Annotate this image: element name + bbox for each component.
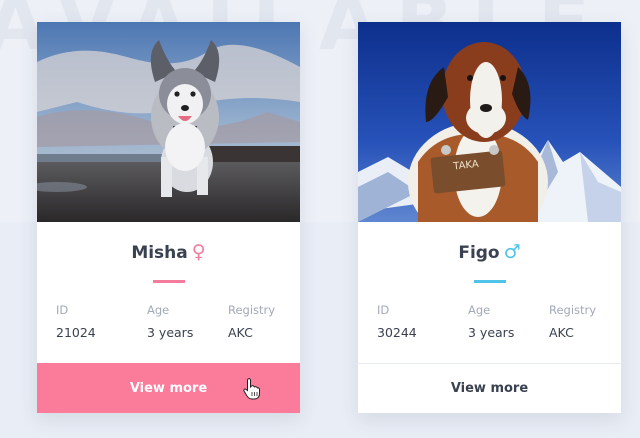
info-age-value: 3 years	[468, 325, 515, 340]
dog-info-grid: ID 21024 Age 3 years Registry AKC	[56, 303, 296, 347]
view-more-button[interactable]: View more	[358, 363, 621, 413]
info-registry-value: AKC	[549, 325, 574, 340]
info-registry-label: Registry	[549, 303, 597, 317]
info-age: Age 3 years	[468, 303, 514, 340]
info-id-label: ID	[56, 303, 69, 317]
info-age: Age 3 years	[147, 303, 193, 340]
view-more-label: View more	[450, 381, 529, 396]
dog-name-row: Misha ♀	[37, 241, 300, 263]
info-id: ID 30244	[377, 303, 417, 340]
husky-photo-image	[37, 22, 300, 222]
view-more-label: View more	[129, 380, 208, 396]
info-id-value: 30244	[377, 325, 417, 340]
name-accent-underline	[153, 280, 185, 283]
hand-cursor-icon	[243, 378, 260, 400]
info-registry-label: Registry	[228, 303, 276, 317]
info-registry: Registry AKC	[549, 303, 596, 340]
dog-photo-husky[interactable]	[37, 22, 300, 222]
view-more-button[interactable]: View more	[37, 363, 300, 413]
dog-name-row: Figo ♂	[358, 241, 621, 263]
dog-card-misha: Misha ♀ ID 21024 Age 3 years Registry AKC…	[37, 22, 300, 413]
info-age-label: Age	[147, 303, 170, 317]
info-age-label: Age	[468, 303, 491, 317]
info-age-value: 3 years	[147, 325, 194, 340]
dog-name: Figo	[458, 243, 500, 263]
dog-card-figo: TAKA Figo ♂ ID 30244 Age 3 years Registry…	[358, 22, 621, 413]
dog-info-grid: ID 30244 Age 3 years Registry AKC	[377, 303, 617, 347]
female-icon: ♀	[191, 241, 206, 263]
dog-name: Misha	[131, 243, 188, 263]
info-registry-value: AKC	[228, 325, 253, 340]
st-bernard-photo-image: TAKA	[358, 22, 621, 222]
dog-photo-st-bernard[interactable]: TAKA	[358, 22, 621, 222]
info-id-label: ID	[377, 303, 390, 317]
name-accent-underline	[474, 280, 506, 283]
info-id: ID 21024	[56, 303, 96, 340]
info-registry: Registry AKC	[228, 303, 275, 340]
male-icon: ♂	[503, 241, 521, 263]
info-id-value: 21024	[56, 325, 96, 340]
